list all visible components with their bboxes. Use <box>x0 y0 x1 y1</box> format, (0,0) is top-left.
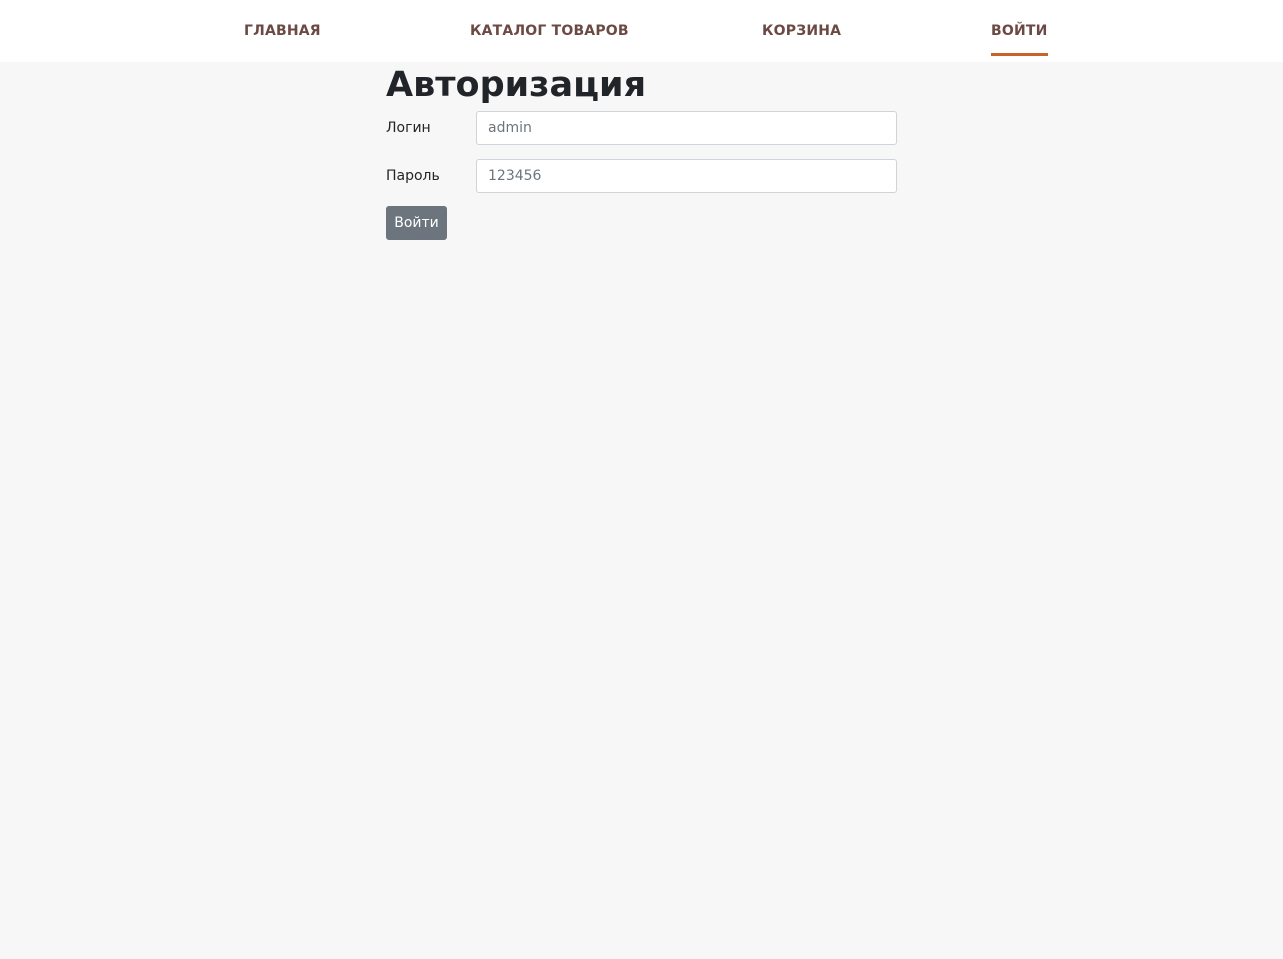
nav-item-login[interactable]: ВОЙТИ <box>991 22 1048 56</box>
login-submit-button[interactable]: Войти <box>386 206 447 240</box>
page-title: Авторизация <box>386 65 647 105</box>
nav-item-home[interactable]: ГЛАВНАЯ <box>244 22 321 56</box>
nav-item-cart[interactable]: КОРЗИНА <box>762 22 841 56</box>
login-label: Логин <box>386 120 431 136</box>
password-input[interactable] <box>476 159 897 193</box>
nav-item-catalog[interactable]: КАТАЛОГ ТОВАРОВ <box>470 22 629 56</box>
password-label: Пароль <box>386 168 440 184</box>
top-navigation: ГЛАВНАЯ КАТАЛОГ ТОВАРОВ КОРЗИНА ВОЙТИ <box>0 0 1283 62</box>
login-input[interactable] <box>476 111 897 145</box>
